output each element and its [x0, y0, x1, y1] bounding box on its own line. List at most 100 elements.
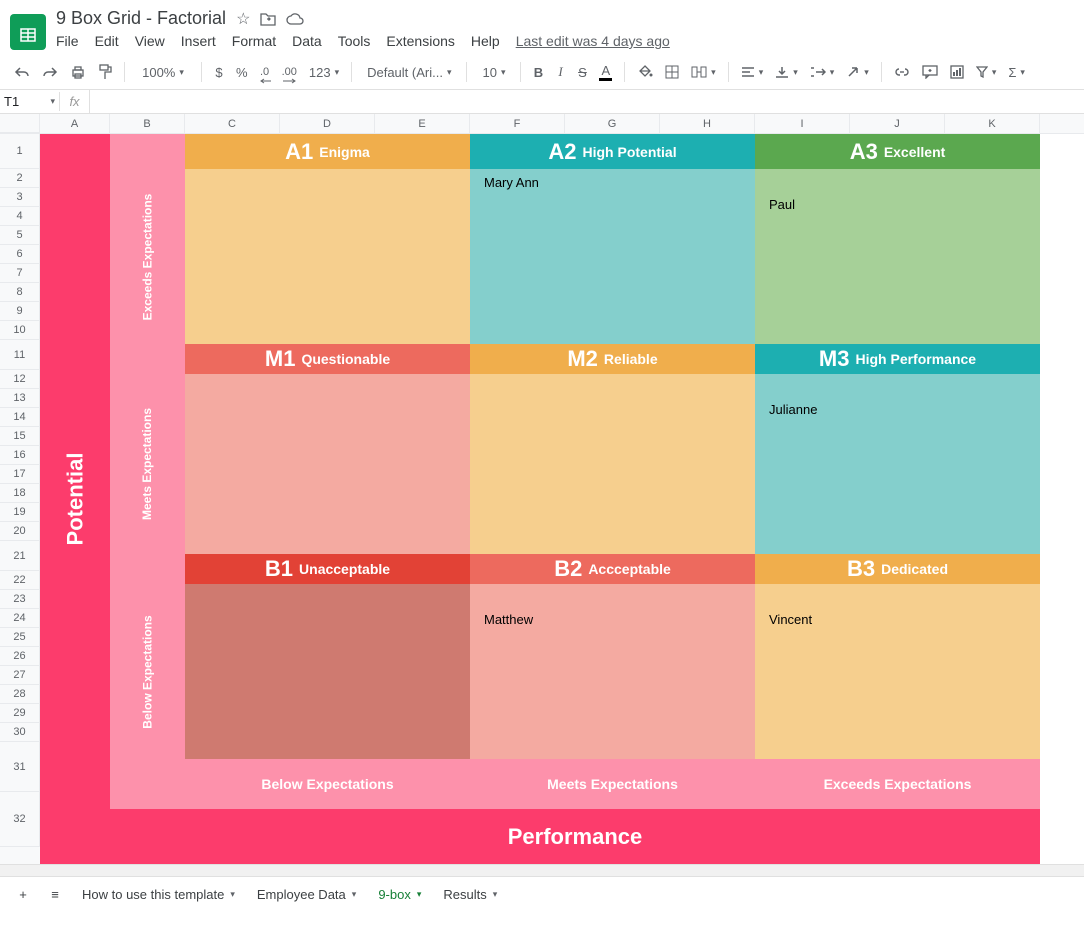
row-header[interactable]: 4	[0, 207, 40, 226]
currency-button[interactable]: $	[210, 61, 228, 83]
menu-edit[interactable]: Edit	[95, 33, 119, 49]
row-header[interactable]: 15	[0, 427, 40, 446]
row-header[interactable]: 21	[0, 541, 40, 571]
row-header[interactable]: 23	[0, 590, 40, 609]
row-header[interactable]: 18	[0, 484, 40, 503]
col-header[interactable]: J	[850, 114, 945, 133]
add-sheet-button[interactable]: +	[8, 877, 38, 913]
row-header[interactable]: 20	[0, 522, 40, 541]
row-header[interactable]: 5	[0, 226, 40, 245]
row-header[interactable]: 30	[0, 723, 40, 742]
font-size-dropdown[interactable]: 10	[475, 61, 512, 83]
last-edit-link[interactable]: Last edit was 4 days ago	[516, 33, 670, 49]
col-header[interactable]: H	[660, 114, 755, 133]
sheet-tab[interactable]: Employee Data▾	[247, 877, 366, 913]
row-header[interactable]: 13	[0, 389, 40, 408]
all-sheets-button[interactable]: ≡	[40, 877, 70, 913]
star-icon[interactable]: ☆	[236, 9, 250, 29]
row-header[interactable]: 8	[0, 283, 40, 302]
row-header[interactable]: 32	[0, 792, 40, 847]
row-header[interactable]: 24	[0, 609, 40, 628]
borders-button[interactable]	[661, 61, 683, 83]
paint-format-button[interactable]	[94, 61, 116, 83]
document-title[interactable]: 9 Box Grid - Factorial	[56, 8, 226, 29]
sheets-app-icon[interactable]	[10, 14, 46, 50]
box-b2-body[interactable]: Matthew	[470, 584, 755, 759]
h-align-button[interactable]	[737, 61, 768, 83]
row-header[interactable]: 6	[0, 245, 40, 264]
menu-tools[interactable]: Tools	[338, 33, 371, 49]
name-box[interactable]: T1	[0, 92, 60, 111]
box-m1-body[interactable]	[185, 374, 470, 554]
merge-button[interactable]	[687, 61, 720, 83]
row-header[interactable]: 31	[0, 742, 40, 792]
box-b1-body[interactable]	[185, 584, 470, 759]
row-header[interactable]: 1	[0, 134, 40, 169]
menu-view[interactable]: View	[135, 33, 165, 49]
cloud-icon[interactable]	[286, 13, 304, 25]
horizontal-scrollbar[interactable]	[0, 864, 1084, 876]
row-header[interactable]: 11	[0, 340, 40, 370]
filter-button[interactable]	[972, 61, 1001, 83]
box-a2-body[interactable]: Mary Ann	[470, 169, 755, 344]
row-header[interactable]: 7	[0, 264, 40, 283]
formula-input[interactable]	[90, 100, 1084, 104]
wrap-button[interactable]	[806, 61, 839, 83]
row-header[interactable]: 28	[0, 685, 40, 704]
bold-button[interactable]: B	[529, 61, 547, 83]
col-header[interactable]: A	[40, 114, 110, 133]
fill-color-button[interactable]	[633, 61, 657, 83]
row-header[interactable]: 22	[0, 571, 40, 590]
undo-button[interactable]	[10, 61, 34, 83]
col-header[interactable]: F	[470, 114, 565, 133]
col-header[interactable]: B	[110, 114, 185, 133]
comment-button[interactable]	[918, 61, 942, 83]
row-header[interactable]: 19	[0, 503, 40, 522]
menu-file[interactable]: File	[56, 33, 79, 49]
box-m2-body[interactable]	[470, 374, 755, 554]
increase-decimal-button[interactable]: .00	[278, 61, 301, 83]
row-header[interactable]: 14	[0, 408, 40, 427]
menu-data[interactable]: Data	[292, 33, 322, 49]
row-header[interactable]: 27	[0, 666, 40, 685]
spreadsheet-cells[interactable]: Potential A1Enigma A2High Potential A3Ex…	[40, 134, 1084, 864]
row-header[interactable]: 12	[0, 370, 40, 389]
menu-insert[interactable]: Insert	[181, 33, 216, 49]
col-header[interactable]: C	[185, 114, 280, 133]
italic-button[interactable]: I	[551, 61, 569, 83]
menu-format[interactable]: Format	[232, 33, 276, 49]
row-header[interactable]: 25	[0, 628, 40, 647]
percent-button[interactable]: %	[232, 61, 252, 83]
sheet-tab[interactable]: Results▾	[433, 877, 507, 913]
col-header[interactable]: G	[565, 114, 660, 133]
row-header[interactable]: 26	[0, 647, 40, 666]
row-header[interactable]: 9	[0, 302, 40, 321]
strikethrough-button[interactable]: S	[573, 61, 591, 83]
row-header[interactable]: 2	[0, 169, 40, 188]
col-header[interactable]: D	[280, 114, 375, 133]
box-a3-body[interactable]: Paul	[755, 169, 1040, 344]
row-header[interactable]: 10	[0, 321, 40, 340]
redo-button[interactable]	[38, 61, 62, 83]
box-a1-body[interactable]	[185, 169, 470, 344]
insert-chart-button[interactable]	[946, 61, 968, 83]
row-header[interactable]: 16	[0, 446, 40, 465]
font-dropdown[interactable]: Default (Ari...	[360, 61, 458, 83]
box-b3-body[interactable]: Vincent	[755, 584, 1040, 759]
row-header[interactable]: 3	[0, 188, 40, 207]
row-header[interactable]: 29	[0, 704, 40, 723]
col-header[interactable]: K	[945, 114, 1040, 133]
sheet-tab[interactable]: How to use this template▾	[72, 877, 245, 913]
text-color-button[interactable]: A	[595, 61, 616, 83]
select-all-corner[interactable]	[0, 114, 40, 133]
move-icon[interactable]	[260, 12, 276, 26]
menu-help[interactable]: Help	[471, 33, 500, 49]
more-formats-button[interactable]: 123	[305, 61, 343, 83]
rotate-button[interactable]	[842, 61, 873, 83]
functions-button[interactable]: Σ	[1004, 61, 1029, 83]
sheet-tab-active[interactable]: 9-box▾	[368, 877, 431, 913]
col-header[interactable]: I	[755, 114, 850, 133]
zoom-dropdown[interactable]: 100%	[133, 61, 193, 83]
print-button[interactable]	[66, 61, 90, 83]
v-align-button[interactable]	[771, 61, 802, 83]
